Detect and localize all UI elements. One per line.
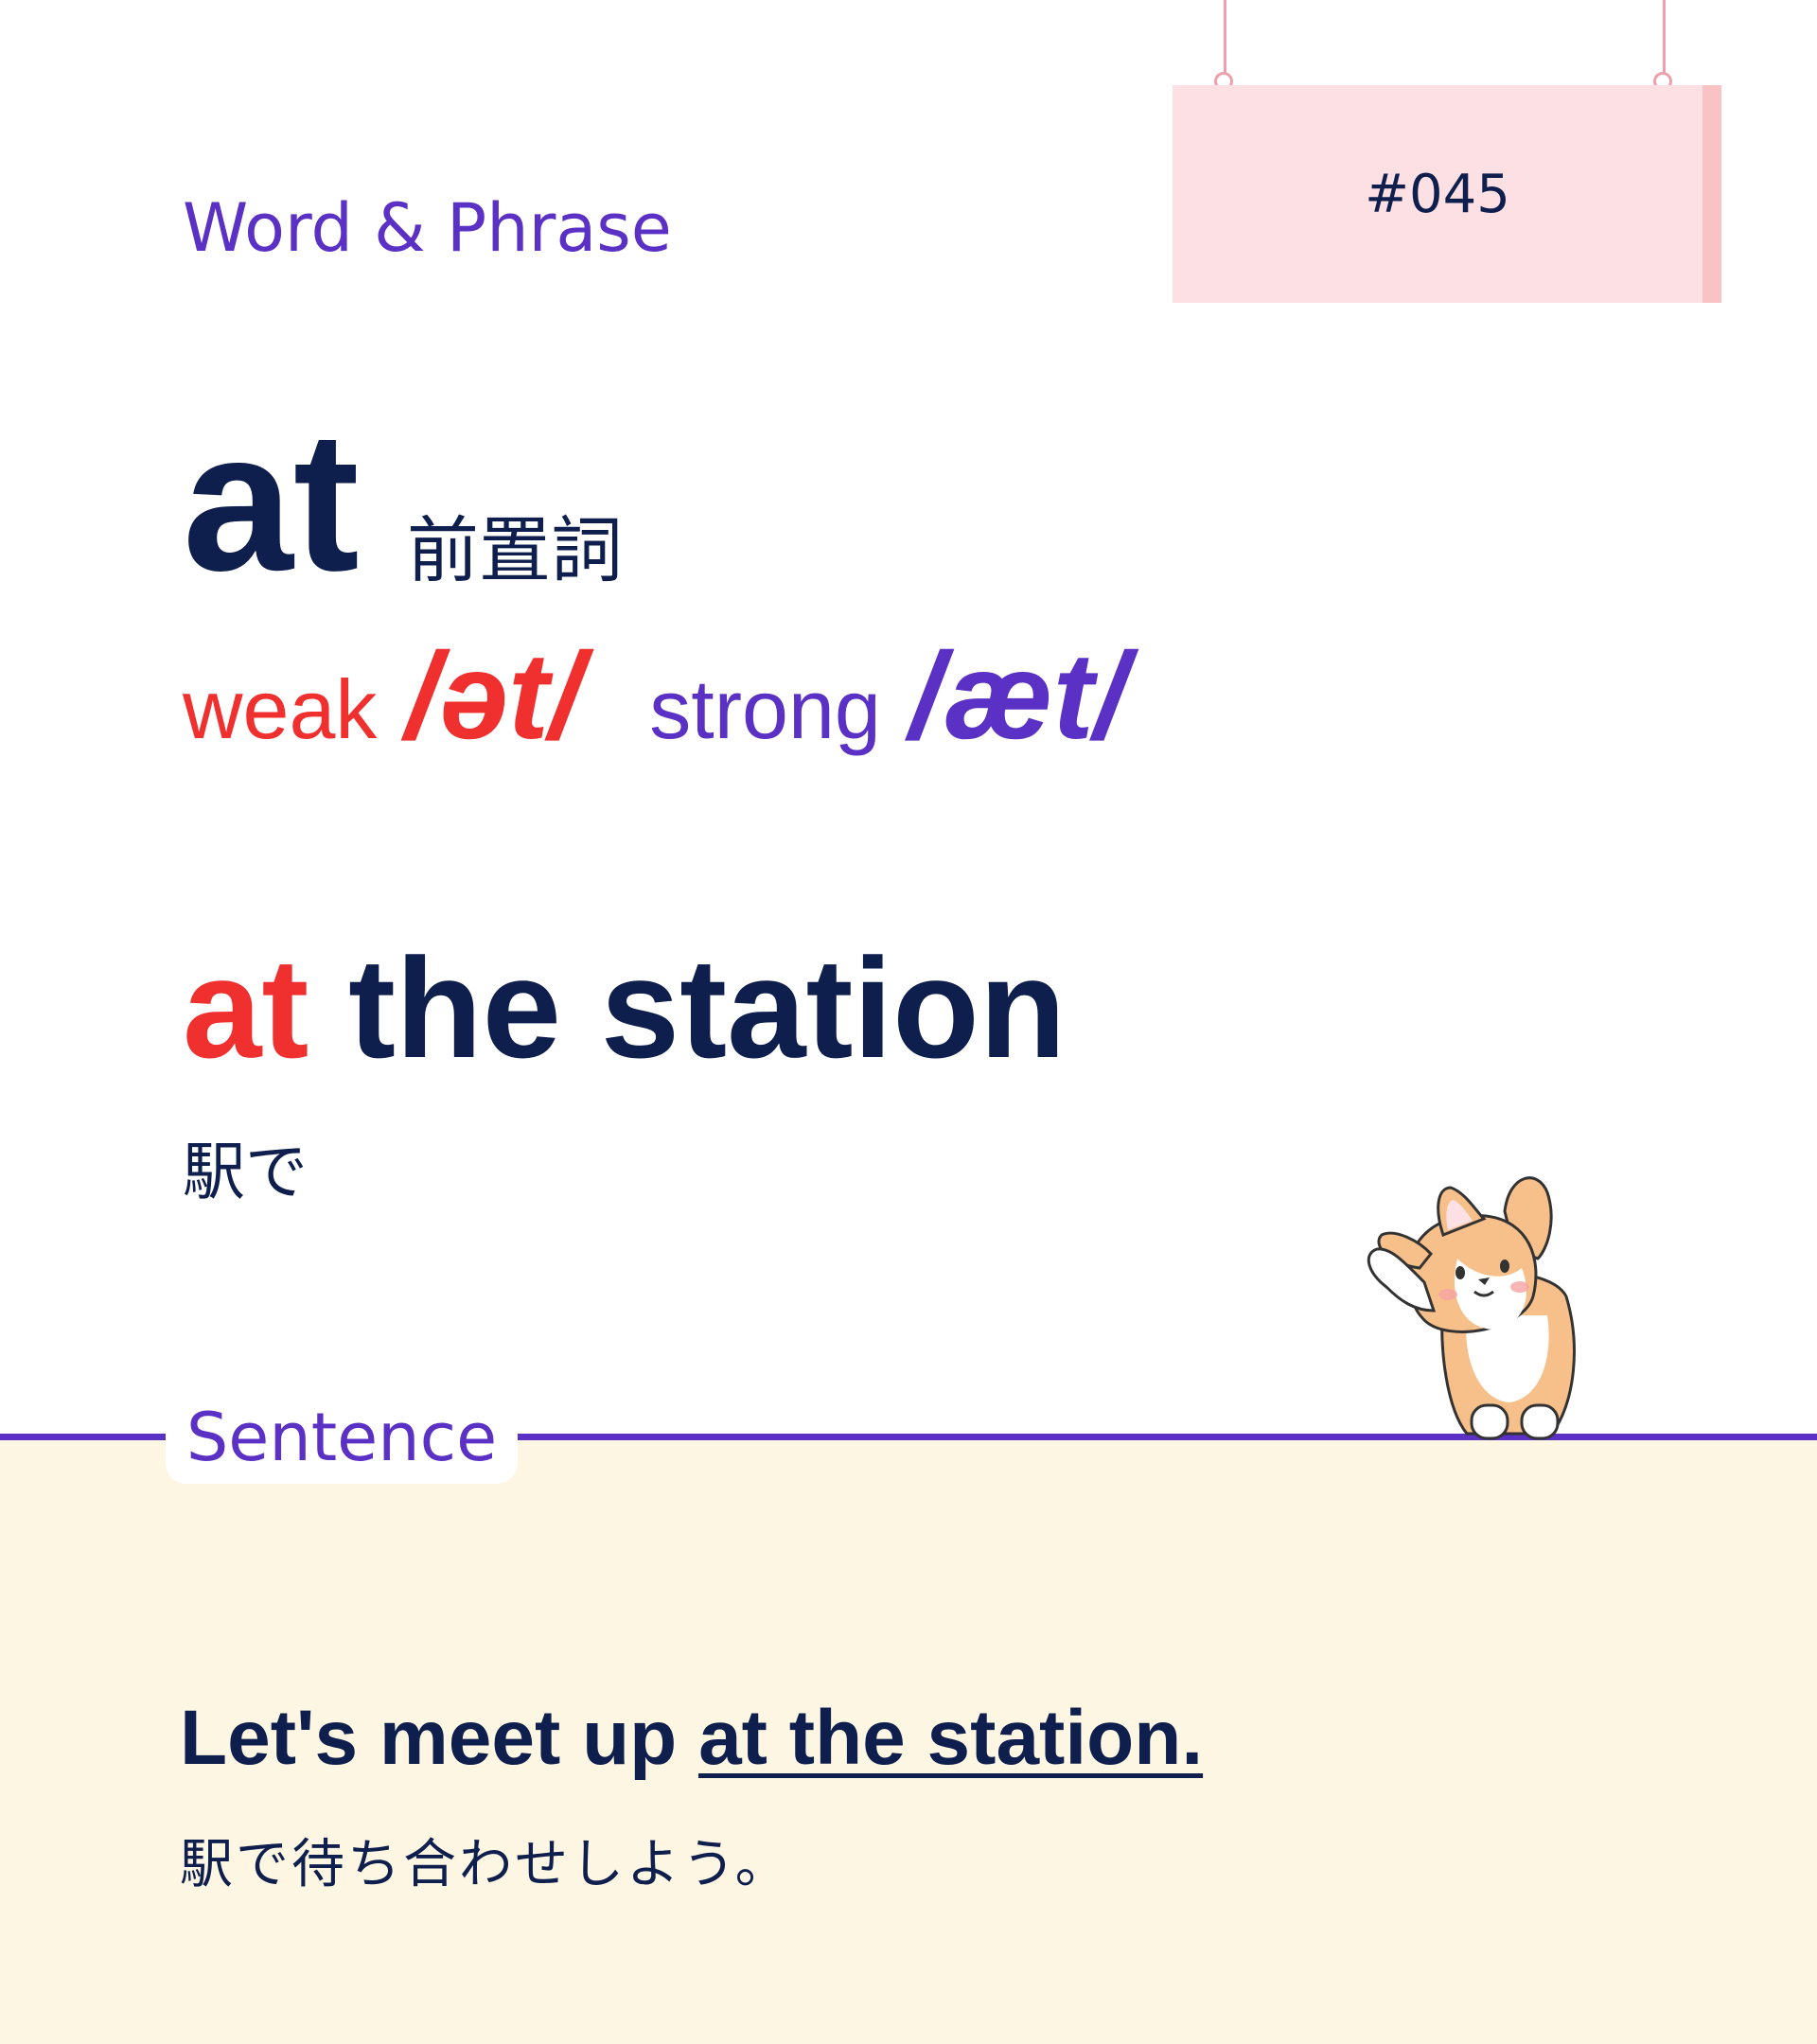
strong-label: strong <box>649 662 881 756</box>
strong-ipa: /æt/ <box>908 626 1128 765</box>
weak-label: weak <box>183 662 378 756</box>
corgi-mascot-icon <box>1353 1154 1590 1448</box>
example-sentence: Let's meet up at the station. <box>180 1694 1203 1783</box>
sign-edge <box>1702 85 1721 303</box>
phrase-highlight: at <box>183 928 309 1087</box>
headword: at <box>183 390 360 612</box>
sentence-underlined: at the station. <box>698 1695 1204 1781</box>
weak-ipa: /ət/ <box>405 626 584 765</box>
sentence-translation: 駅で待ち合わせしよう。 <box>180 1834 791 1895</box>
phrase-rest: the station <box>309 928 1067 1087</box>
section-label-word-phrase: Word & Phrase <box>183 189 672 267</box>
entry-number: #045 <box>1365 163 1510 225</box>
pronunciation-row: weak/ət/strong/æt/ <box>183 634 1128 757</box>
phrase-translation: 駅で <box>183 1136 308 1208</box>
sign-string-right <box>1663 0 1666 78</box>
sign-string-left <box>1224 0 1226 78</box>
sentence-prefix: Let's meet up <box>180 1695 699 1781</box>
example-phrase: at the station <box>183 937 1066 1079</box>
section-label-sentence: Sentence <box>166 1391 518 1484</box>
number-sign: #045 <box>1173 85 1721 303</box>
part-of-speech: 前置詞 <box>407 508 623 592</box>
